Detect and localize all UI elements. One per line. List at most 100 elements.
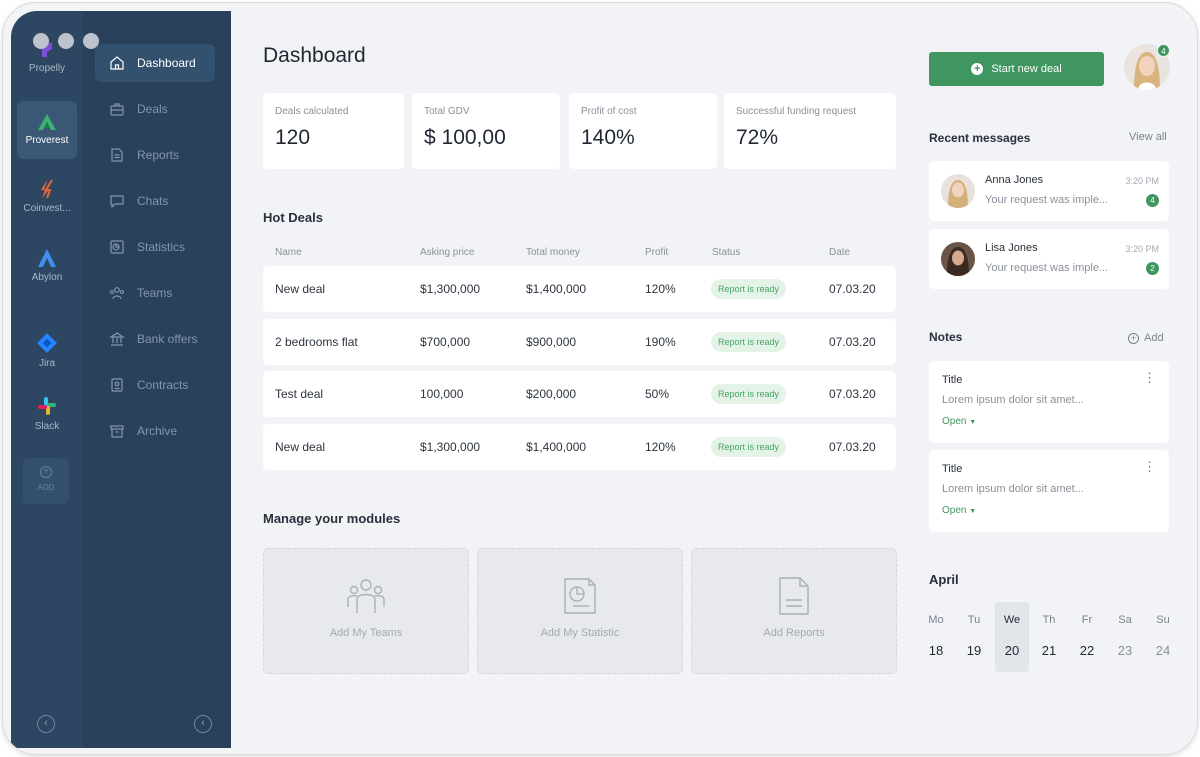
status-badge: Report is ready xyxy=(711,437,787,457)
column-header: Status xyxy=(712,247,741,258)
table-row[interactable]: New deal $1,300,000 $1,400,000 120% Repo… xyxy=(263,424,896,470)
caret-down-icon: ▼ xyxy=(969,508,977,515)
start-new-deal-button[interactable]: + Start new deal xyxy=(929,52,1104,86)
device-frame: Propelly Proverest Coinvest... Abylon Ji… xyxy=(2,2,1198,755)
weekday-label: Tu xyxy=(967,614,981,626)
nav-item-deals[interactable]: Deals xyxy=(95,90,215,128)
weekday-label: Fr xyxy=(1081,614,1093,626)
weekday-label: Th xyxy=(1042,614,1056,626)
statistics-icon xyxy=(110,240,124,254)
module-label: Add My Teams xyxy=(329,627,403,639)
message-time: 3:20 PM xyxy=(1125,244,1159,254)
note-card[interactable]: Title Lorem ipsum dolor sit amet... Open… xyxy=(929,450,1169,532)
message-sender: Lisa Jones xyxy=(985,242,1038,254)
note-open-dropdown[interactable]: Open ▼ xyxy=(942,505,976,516)
message-sender: Anna Jones xyxy=(985,174,1044,186)
calendar-day[interactable]: Fr 22 xyxy=(1070,602,1104,658)
nav-item-label: Bank offers xyxy=(137,332,198,346)
day-number: 21 xyxy=(1041,643,1057,658)
status-badge: Report is ready xyxy=(711,279,787,299)
chat-icon xyxy=(110,195,124,209)
nav-item-dashboard[interactable]: Dashboard xyxy=(95,44,215,82)
note-card[interactable]: Title Lorem ipsum dolor sit amet... Open… xyxy=(929,361,1169,443)
note-title: Title xyxy=(942,374,963,386)
nav-item-label: Contracts xyxy=(137,378,189,392)
add-teams-module[interactable]: Add My Teams xyxy=(263,548,469,674)
asking-price: $1,300,000 xyxy=(420,282,481,296)
unread-count-badge: 4 xyxy=(1146,194,1159,207)
calendar-day[interactable]: Sa 23 xyxy=(1108,602,1142,658)
rail-item-proverest[interactable]: Proverest xyxy=(17,101,77,159)
total-money: $900,000 xyxy=(526,335,577,349)
deal-name: Test deal xyxy=(275,387,324,401)
asking-price: $1,300,000 xyxy=(420,440,481,454)
profit: 50% xyxy=(645,387,670,401)
day-number: 20 xyxy=(1004,643,1020,658)
status-badge: Report is ready xyxy=(711,332,787,352)
calendar-day[interactable]: Th 21 xyxy=(1032,602,1066,658)
rail-item-label: Abylon xyxy=(31,272,63,283)
rail-collapse-button[interactable]: ‹ xyxy=(37,715,55,733)
start-button-label: Start new deal xyxy=(991,63,1062,75)
rail-item-coinvest[interactable]: Coinvest... xyxy=(17,179,77,229)
window-dot-icon[interactable] xyxy=(83,33,99,49)
nav-item-archive[interactable]: Archive xyxy=(95,412,215,450)
asking-price: $700,000 xyxy=(420,335,471,349)
nav-item-statistics[interactable]: Statistics xyxy=(95,228,215,266)
message-item[interactable]: Lisa Jones Your request was imple... 3:2… xyxy=(929,229,1169,289)
profit: 120% xyxy=(645,440,676,454)
slack-logo-icon xyxy=(38,397,56,415)
calendar-day-selected[interactable]: We 20 xyxy=(995,602,1029,672)
nav-item-contracts[interactable]: Contracts xyxy=(95,366,215,404)
view-all-link[interactable]: View all xyxy=(1129,131,1167,143)
nav-item-label: Dashboard xyxy=(137,56,196,70)
asking-price: 100,000 xyxy=(420,387,464,401)
stat-card: Deals calculated 120 xyxy=(263,93,404,169)
add-statistic-module[interactable]: Add My Statistic xyxy=(477,548,683,674)
note-open-dropdown[interactable]: Open ▼ xyxy=(942,416,976,427)
app-rail: Propelly Proverest Coinvest... Abylon Ji… xyxy=(11,11,99,748)
calendar-day[interactable]: Su 24 xyxy=(1146,602,1180,658)
deal-date: 07.03.20 xyxy=(829,387,876,401)
weekday-label: We xyxy=(1003,614,1021,626)
nav-item-bank-offers[interactable]: Bank offers xyxy=(95,320,215,358)
deal-name: 2 bedrooms flat xyxy=(275,335,358,349)
note-body: Lorem ipsum dolor sit amet... xyxy=(942,483,1084,495)
rail-item-slack[interactable]: Slack xyxy=(17,395,77,441)
stat-label: Total GDV xyxy=(424,106,470,117)
stat-card: Successful funding request 72% xyxy=(724,93,896,169)
table-row[interactable]: Test deal 100,000 $200,000 50% Report is… xyxy=(263,371,896,417)
rail-item-jira[interactable]: Jira xyxy=(17,332,77,378)
total-money: $1,400,000 xyxy=(526,282,587,296)
nav-item-teams[interactable]: Teams xyxy=(95,274,215,312)
rail-item-abylon[interactable]: Abylon xyxy=(17,248,77,298)
note-open-label: Open xyxy=(942,416,967,427)
weekday-label: Sa xyxy=(1118,614,1132,626)
calendar-day[interactable]: Mo 18 xyxy=(919,602,953,658)
window-dot-icon[interactable] xyxy=(33,33,49,49)
message-preview: Your request was imple... xyxy=(985,194,1109,206)
teams-icon xyxy=(347,579,385,613)
calendar-day[interactable]: Tu 19 xyxy=(957,602,991,658)
add-reports-module[interactable]: Add Reports xyxy=(691,548,897,674)
calendar-month: April xyxy=(929,572,959,587)
day-number: 22 xyxy=(1079,643,1095,658)
table-row[interactable]: New deal $1,300,000 $1,400,000 120% Repo… xyxy=(263,266,896,312)
add-note-button[interactable]: + Add xyxy=(1128,332,1164,344)
nav-item-reports[interactable]: Reports xyxy=(95,136,215,174)
nav-sidebar: Dashboard Deals Reports Chats Statistics… xyxy=(83,11,231,748)
message-item[interactable]: Anna Jones Your request was imple... 3:2… xyxy=(929,161,1169,221)
plus-icon: + xyxy=(40,466,52,478)
window-dot-icon[interactable] xyxy=(58,33,74,49)
sidebar-collapse-button[interactable]: ‹ xyxy=(194,715,212,733)
table-row[interactable]: 2 bedrooms flat $700,000 $900,000 190% R… xyxy=(263,319,896,365)
notification-badge: 4 xyxy=(1157,44,1170,57)
more-vertical-icon[interactable]: ⋮ xyxy=(1143,459,1156,475)
rail-item-label: Slack xyxy=(34,421,60,432)
deal-date: 07.03.20 xyxy=(829,440,876,454)
rail-item-label: Coinvest... xyxy=(23,203,71,214)
status-badge: Report is ready xyxy=(711,384,787,404)
add-app-button[interactable]: + ADD xyxy=(23,458,69,504)
nav-item-chats[interactable]: Chats xyxy=(95,182,215,220)
more-vertical-icon[interactable]: ⋮ xyxy=(1143,370,1156,386)
